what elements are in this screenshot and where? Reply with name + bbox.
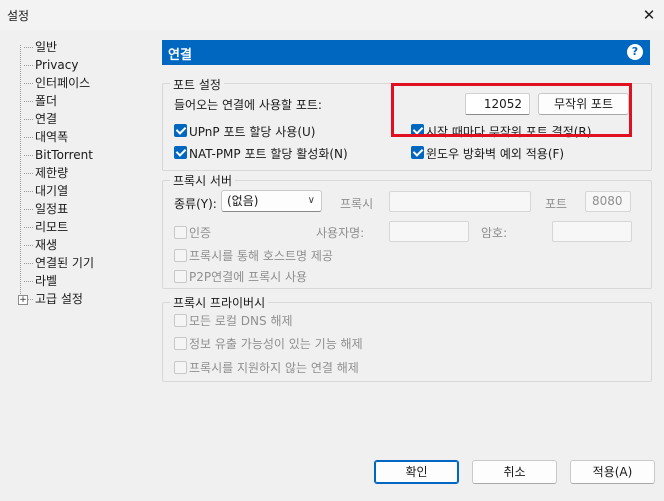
sidebar-item-devices[interactable]: 연결된 기기	[23, 255, 94, 272]
port-settings-title: 포트 설정	[170, 76, 224, 93]
proxy-host-input[interactable]	[389, 191, 531, 212]
hostname-lookup-checkbox[interactable]	[174, 249, 187, 262]
natpmp-label: NAT-PMP 포트 할당 활성화(N)	[189, 147, 348, 161]
help-icon[interactable]: ?	[627, 44, 643, 60]
sidebar-item-scheduler[interactable]: 일정표	[23, 201, 68, 218]
disable-leak-label: 정보 유출 가능성이 있는 기능 해제	[189, 337, 363, 351]
title-bar	[0, 0, 664, 30]
disable-dns-checkbox[interactable]	[174, 314, 187, 327]
panel-header	[162, 40, 650, 65]
sidebar-item-connection[interactable]: 연결	[23, 111, 57, 128]
proxy-privacy-title: 프록시 프라이버시	[170, 294, 269, 311]
proxy-type-label: 종류(Y):	[174, 197, 217, 211]
upnp-checkbox[interactable]	[174, 124, 187, 137]
proxy-server-title: 프록시 서버	[170, 172, 236, 189]
username-label: 사용자명:	[316, 226, 365, 240]
disable-dns-label: 모든 로컬 DNS 해제	[189, 314, 293, 328]
sidebar-item-privacy[interactable]: Privacy	[23, 57, 78, 74]
sidebar-item-folders[interactable]: 폴더	[23, 93, 57, 110]
highlight-box	[391, 83, 632, 137]
settings-tree: 일반 Privacy 인터페이스 폴더 연결 대역폭 BitTorrent 제한…	[14, 36, 154, 316]
proxy-port-input[interactable]: 8080	[585, 191, 631, 212]
disable-leak-checkbox[interactable]	[174, 337, 187, 350]
sidebar-item-bandwidth[interactable]: 대역폭	[23, 129, 68, 146]
proxy-port-label: 포트	[545, 197, 568, 211]
sidebar-item-queue[interactable]: 대기열	[23, 183, 68, 200]
tree-guide-line	[20, 45, 21, 300]
sidebar-item-remote[interactable]: 리모트	[23, 219, 68, 236]
sidebar-item-limits[interactable]: 제한량	[23, 165, 68, 182]
proxy-auth-label: 인증	[189, 226, 212, 240]
proxy-type-value: (없음)	[227, 194, 259, 208]
natpmp-checkbox[interactable]	[174, 146, 187, 159]
p2p-proxy-label: P2P연결에 프록시 사용	[189, 270, 308, 284]
panel-title: 연결	[168, 48, 192, 63]
chevron-down-icon: ∨	[307, 195, 315, 206]
window-title: 설정	[7, 9, 30, 23]
sidebar-item-interface[interactable]: 인터페이스	[23, 75, 90, 92]
sidebar-item-playback[interactable]: 재생	[23, 237, 57, 254]
upnp-label: UPnP 포트 할당 사용(U)	[189, 125, 316, 139]
expand-icon[interactable]: +	[18, 295, 28, 305]
apply-button[interactable]: 적용(A)	[570, 460, 655, 484]
close-icon[interactable]: ✕	[638, 4, 660, 26]
sidebar-item-advanced[interactable]: 고급 설정	[24, 291, 83, 308]
proxy-host-label: 프록시	[340, 197, 374, 211]
cancel-button[interactable]: 취소	[472, 460, 557, 484]
dialog-footer	[0, 452, 664, 501]
p2p-proxy-checkbox[interactable]	[174, 270, 187, 283]
disable-unsupported-label: 프록시를 지원하지 않는 연결 해제	[189, 361, 359, 375]
proxy-auth-checkbox[interactable]	[174, 226, 187, 239]
sidebar-item-general[interactable]: 일반	[23, 39, 57, 56]
incoming-port-label: 들어오는 연결에 사용할 포트:	[174, 98, 322, 112]
firewall-exception-checkbox[interactable]	[411, 146, 424, 159]
password-label: 암호:	[481, 226, 508, 240]
username-input[interactable]	[389, 221, 469, 242]
proxy-type-select[interactable]: (없음) ∨	[221, 190, 322, 212]
ok-button[interactable]: 확인	[374, 460, 459, 484]
password-input[interactable]	[552, 221, 632, 242]
disable-unsupported-checkbox[interactable]	[174, 361, 187, 374]
sidebar-item-bittorrent[interactable]: BitTorrent	[24, 147, 93, 164]
firewall-exception-label: 윈도우 방화벽 예외 적용(F)	[426, 147, 565, 161]
sidebar-item-labels[interactable]: 라벨	[23, 273, 57, 290]
hostname-lookup-label: 프록시를 통해 호스트명 제공	[189, 249, 333, 263]
